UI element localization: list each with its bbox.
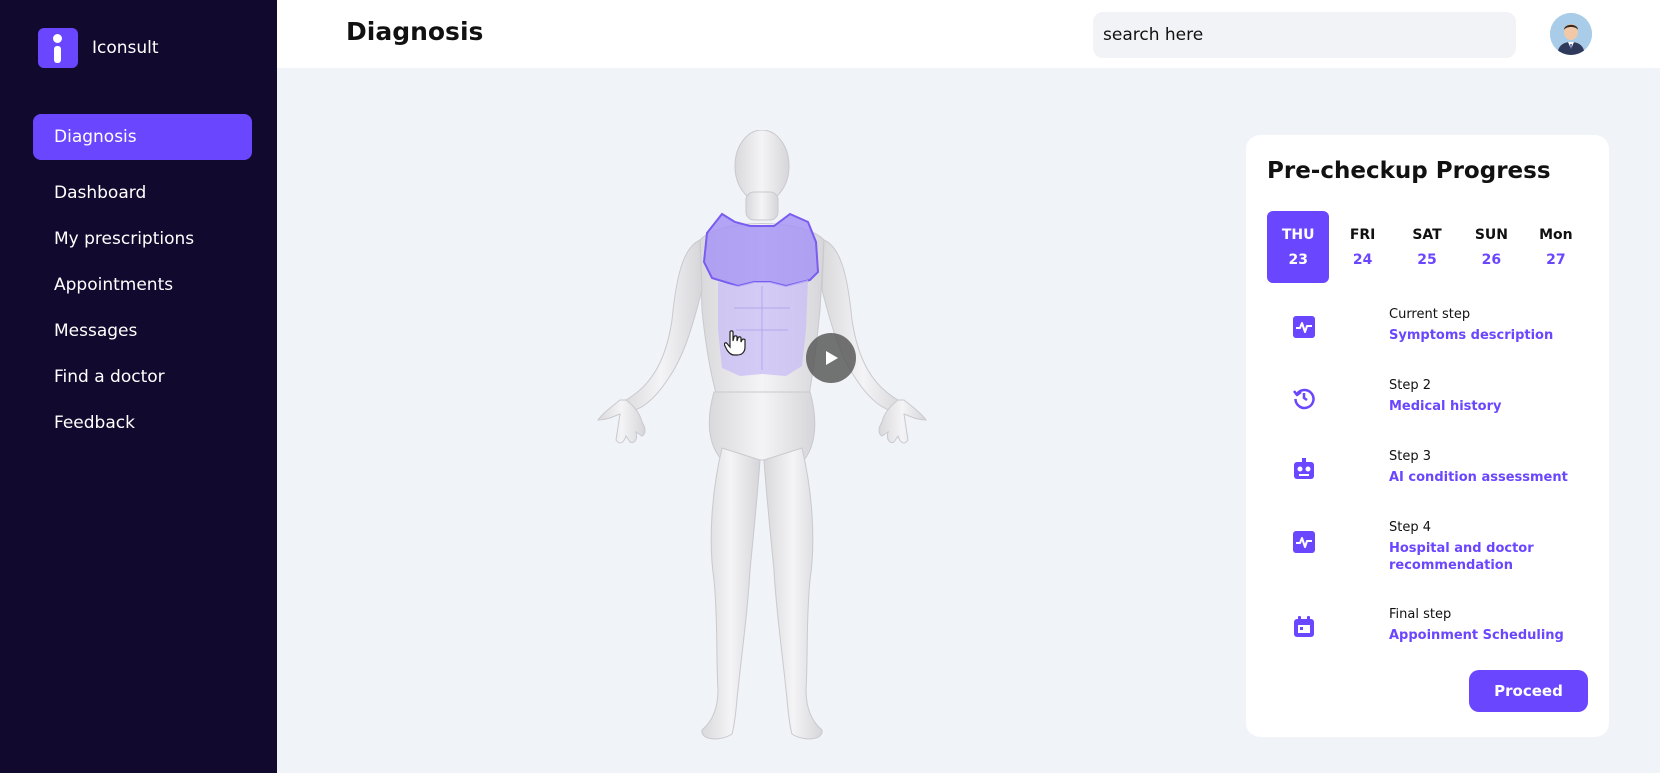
step-label: Step 3: [1389, 449, 1432, 464]
brand-name: Iconsult: [92, 38, 159, 58]
hand-cursor-icon: [724, 330, 746, 356]
pulse-icon: [1293, 316, 1315, 338]
top-header: Diagnosis: [277, 0, 1660, 68]
step-label: Step 4: [1389, 520, 1432, 535]
play-button[interactable]: [806, 333, 856, 383]
sidebar-item-diagnosis[interactable]: Diagnosis: [33, 114, 252, 160]
history-icon: [1293, 388, 1315, 410]
sidebar: Iconsult Diagnosis Dashboard My prescrip…: [0, 0, 277, 773]
day-selector: THU 23 FRI 24 SAT 25 SUN 26 Mon 27: [1267, 211, 1589, 283]
sidebar-item-feedback[interactable]: Feedback: [33, 400, 252, 446]
day-sun[interactable]: SUN 26: [1460, 211, 1522, 283]
robot-icon: [1294, 458, 1314, 479]
sidebar-item-dashboard[interactable]: Dashboard: [33, 170, 252, 216]
sidebar-item-find-a-doctor[interactable]: Find a doctor: [33, 354, 252, 400]
play-icon: [826, 351, 838, 365]
proceed-button[interactable]: Proceed: [1469, 670, 1588, 712]
step-value: AI condition assessment: [1389, 470, 1568, 485]
step-label: Final step: [1389, 607, 1452, 622]
sidebar-item-appointments[interactable]: Appointments: [33, 262, 252, 308]
app-window: Iconsult Diagnosis Dashboard My prescrip…: [0, 0, 1660, 773]
avatar-icon: [1550, 13, 1592, 55]
step-value: Appoinment Scheduling: [1389, 628, 1564, 643]
step-value: Hospital and doctor recommendation: [1389, 541, 1534, 573]
pulse-icon: [1293, 531, 1315, 553]
step-label: Current step: [1389, 307, 1471, 322]
user-avatar[interactable]: [1550, 13, 1592, 55]
day-sat[interactable]: SAT 25: [1396, 211, 1458, 283]
card-title: Pre-checkup Progress: [1267, 158, 1551, 184]
abdomen-highlight[interactable]: [718, 280, 808, 376]
body-model[interactable]: [590, 129, 930, 760]
step-label: Step 2: [1389, 378, 1432, 393]
sidebar-nav: Diagnosis Dashboard My prescriptions App…: [33, 114, 252, 446]
pre-checkup-progress-card: Pre-checkup Progress THU 23 FRI 24 SAT 2…: [1246, 135, 1609, 737]
day-thu[interactable]: THU 23: [1267, 211, 1330, 283]
day-mon[interactable]: Mon 27: [1525, 211, 1587, 283]
sidebar-item-messages[interactable]: Messages: [33, 308, 252, 354]
brand[interactable]: Iconsult: [38, 28, 159, 68]
sidebar-item-my-prescriptions[interactable]: My prescriptions: [33, 216, 252, 262]
day-fri[interactable]: FRI 24: [1331, 211, 1393, 283]
calendar-icon: [1294, 616, 1314, 637]
search-input[interactable]: [1093, 12, 1516, 58]
page-title: Diagnosis: [346, 17, 484, 46]
step-value: Symptoms description: [1389, 328, 1554, 343]
brand-logo-icon: [38, 28, 78, 68]
human-body-figure[interactable]: [590, 129, 930, 760]
step-value: Medical history: [1389, 399, 1502, 414]
